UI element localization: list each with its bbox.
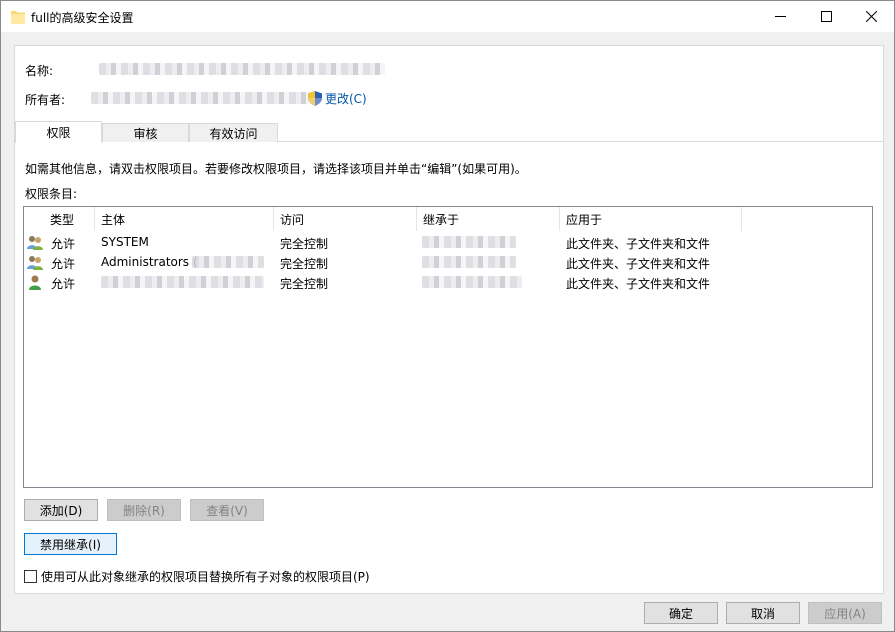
entry-access: 完全控制	[280, 237, 329, 251]
object-name-value	[99, 63, 385, 75]
column-header-inherited-from[interactable]: 继承于	[417, 207, 560, 231]
advanced-security-settings-window: full的高级安全设置 名称: 所有者: 更改(C) 权限 审核 有效访问 如需…	[0, 0, 895, 632]
minimize-button[interactable]	[757, 1, 803, 32]
minimize-icon	[774, 16, 786, 17]
tab-permissions[interactable]: 权限	[15, 121, 102, 143]
window-title: full的高级安全设置	[31, 11, 134, 25]
entry-type: 允许	[51, 257, 76, 271]
column-header-principal[interactable]: 主体	[95, 207, 274, 231]
owner-label: 所有者:	[25, 93, 66, 107]
entry-applies-to: 此文件夹、子文件夹和文件	[566, 277, 711, 291]
maximize-icon	[820, 11, 832, 22]
close-button[interactable]	[848, 1, 894, 32]
remove-button[interactable]: 删除(R)	[107, 499, 181, 521]
maximize-button[interactable]	[803, 1, 849, 32]
entry-access: 完全控制	[280, 257, 329, 271]
view-button[interactable]: 查看(V)	[190, 499, 264, 521]
ok-button[interactable]: 确定	[644, 602, 718, 624]
entry-applies-to: 此文件夹、子文件夹和文件	[566, 257, 711, 271]
close-icon	[865, 11, 877, 22]
entry-principal-redacted	[192, 256, 264, 268]
column-header-applies-to[interactable]: 应用于	[560, 207, 742, 231]
folder-icon	[11, 11, 25, 24]
entry-type: 允许	[51, 277, 76, 291]
replace-child-permissions-label: 使用可从此对象继承的权限项目替换所有子对象的权限项目(P)	[41, 570, 370, 584]
replace-child-permissions-option[interactable]: 使用可从此对象继承的权限项目替换所有子对象的权限项目(P)	[24, 568, 370, 585]
disable-inheritance-button[interactable]: 禁用继承(I)	[24, 533, 117, 555]
entry-principal: SYSTEM	[101, 235, 149, 249]
tab-label: 有效访问	[209, 126, 258, 141]
entry-inherited-from	[422, 236, 516, 248]
add-button[interactable]: 添加(D)	[24, 499, 98, 521]
entry-principal-redacted	[101, 276, 264, 288]
entry-inherited-from	[422, 276, 522, 288]
entry-type: 允许	[51, 237, 76, 251]
tab-label: 权限	[46, 126, 71, 140]
table-row[interactable]: 允许 Administrators ( 完全控制 此文件夹、子文件夹和文件	[24, 252, 872, 272]
change-owner-label: 更改(C)	[325, 92, 367, 106]
tab-auditing[interactable]: 审核	[102, 123, 189, 142]
user-group-icon	[27, 236, 43, 250]
info-text: 如需其他信息，请双击权限项目。若要修改权限项目，请选择该项目并单击“编辑”(如果…	[25, 162, 527, 176]
user-icon	[29, 275, 41, 290]
tab-effective-access[interactable]: 有效访问	[189, 123, 278, 142]
column-header-access[interactable]: 访问	[274, 207, 417, 231]
uac-shield-icon	[308, 91, 322, 106]
table-row[interactable]: 允许 SYSTEM 完全控制 此文件夹、子文件夹和文件	[24, 232, 872, 252]
table-row[interactable]: 允许 完全控制 此文件夹、子文件夹和文件	[24, 272, 872, 292]
permission-entries-label: 权限条目:	[25, 187, 78, 201]
entry-principal: Administrators (	[101, 255, 198, 269]
title-bar: full的高级安全设置	[1, 1, 894, 32]
change-owner-link[interactable]: 更改(C)	[308, 90, 367, 107]
column-header-type[interactable]: 类型	[44, 207, 95, 231]
settings-panel: 名称: 所有者: 更改(C) 权限 审核 有效访问 如需其他信息，请双击权限项目…	[14, 45, 884, 594]
entry-applies-to: 此文件夹、子文件夹和文件	[566, 237, 711, 251]
entry-access: 完全控制	[280, 277, 329, 291]
user-group-icon	[27, 256, 43, 270]
entry-inherited-from	[422, 256, 516, 268]
tab-label: 审核	[133, 126, 158, 141]
owner-value	[91, 92, 309, 104]
apply-button[interactable]: 应用(A)	[808, 602, 882, 624]
replace-child-permissions-checkbox[interactable]	[24, 570, 37, 583]
list-header: 类型 主体 访问 继承于 应用于	[24, 207, 872, 231]
name-label: 名称:	[25, 64, 54, 78]
permission-entries-list[interactable]: 类型 主体 访问 继承于 应用于 允许 SYSTEM 完全控制 此文件夹、子文件…	[23, 206, 873, 488]
cancel-button[interactable]: 取消	[726, 602, 800, 624]
